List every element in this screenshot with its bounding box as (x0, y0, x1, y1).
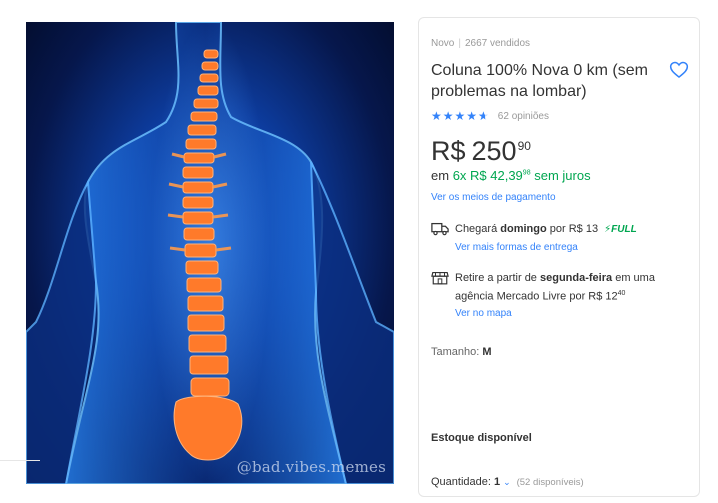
heart-icon[interactable] (669, 60, 689, 80)
size-label: Tamanho: (431, 346, 480, 358)
shipping-row: Chegará domingo por R$ 13 ⚡FULL (431, 221, 637, 238)
star-icon: ★★★★★ ★ (431, 109, 490, 123)
full-badge: ⚡FULL (604, 224, 637, 235)
pickup-row: Retire a partir de segunda-feira em uma … (431, 270, 693, 305)
price-currency: R$ (431, 136, 466, 166)
image-panel: @bad.vibes.memes (0, 0, 412, 503)
stock-status: Estoque disponível (431, 432, 532, 444)
more-shipping-link[interactable]: Ver mais formas de entrega (455, 242, 578, 253)
spine-illustration (26, 22, 394, 484)
watermark: @bad.vibes.memes (236, 458, 386, 476)
installments-prefix: em (431, 168, 450, 183)
divider (0, 460, 40, 461)
quantity-selector[interactable]: Quantidade: 1 ⌄ (52 disponíveis) (431, 476, 584, 488)
condition-label: Novo (431, 38, 455, 49)
quantity-label: Quantidade: (431, 476, 491, 488)
chevron-down-icon: ⌄ (503, 476, 511, 487)
installments-plan: 6x R$ 42,3998 sem juros (452, 168, 591, 183)
condition-sold-line: Novo | 2667 vendidos (431, 38, 530, 49)
shipping-text: Chegará domingo por R$ 13 ⚡FULL (455, 223, 637, 235)
quantity-value: 1 (493, 476, 501, 488)
sold-count: 2667 vendidos (464, 38, 531, 49)
price: R$ 250 90 (431, 135, 531, 167)
rating[interactable]: ★★★★★ ★ 62 opiniões (431, 109, 549, 123)
product-image[interactable]: @bad.vibes.memes (26, 22, 394, 484)
separator: | (458, 38, 461, 49)
installments: em 6x R$ 42,3998 sem juros (431, 168, 591, 183)
product-title: Coluna 100% Nova 0 km (sem problemas na … (431, 62, 648, 100)
price-cents: 90 (517, 139, 531, 153)
price-integer: 250 (471, 136, 517, 166)
buy-box: Novo | 2667 vendidos Coluna 100% Nova 0 km… (418, 17, 700, 497)
quantity-available: (52 disponíveis) (516, 476, 584, 488)
reviews-count: 62 opiniões (497, 110, 549, 122)
truck-icon (431, 222, 449, 236)
size-selector[interactable]: Tamanho: M (431, 346, 492, 358)
payment-methods-link[interactable]: Ver os meios de pagamento (431, 192, 556, 203)
map-link[interactable]: Ver no mapa (455, 308, 512, 319)
pickup-text: Retire a partir de segunda-feira em uma … (455, 272, 655, 303)
size-value: M (482, 346, 492, 358)
store-icon (431, 272, 449, 285)
